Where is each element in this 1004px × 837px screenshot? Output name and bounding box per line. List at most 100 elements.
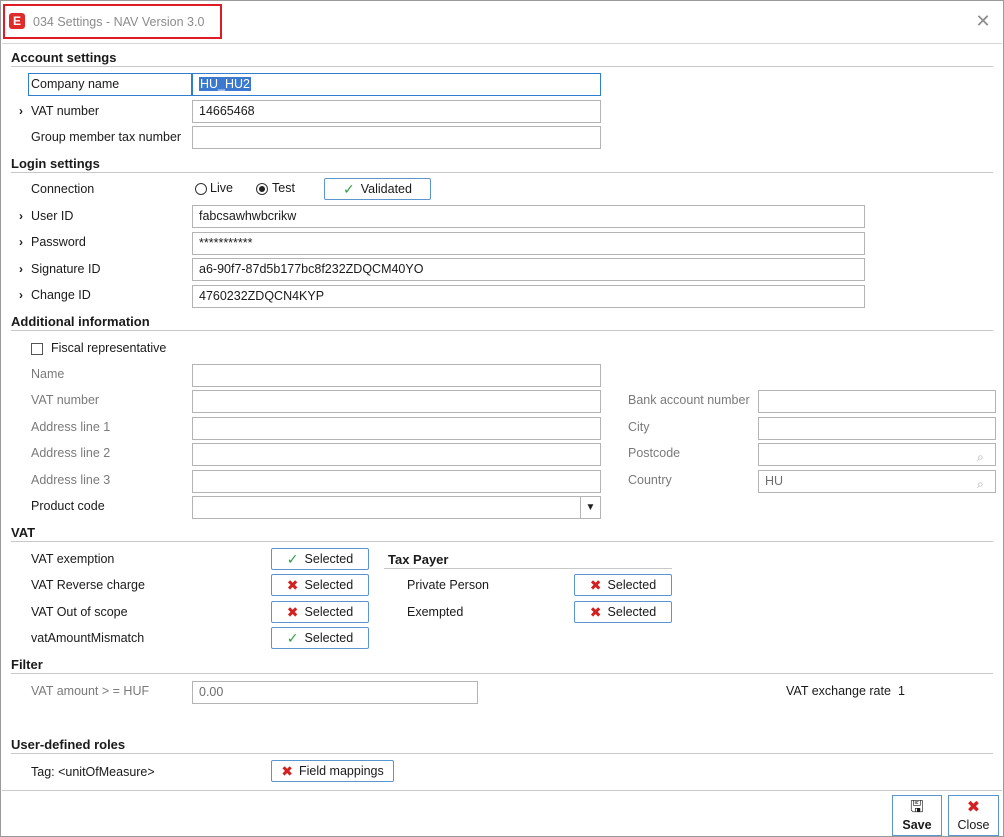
- fr-vat-number-field[interactable]: [192, 390, 601, 413]
- chevron-right-icon: ›: [19, 235, 23, 249]
- vat-out-of-scope-label: VAT Out of scope: [31, 605, 128, 619]
- selected-label: Selected: [304, 631, 354, 645]
- chevron-down-icon[interactable]: ▼: [580, 497, 600, 518]
- vat-exchange-rate-value: 1: [898, 684, 905, 698]
- product-code-label: Product code: [31, 499, 105, 513]
- checkmark-icon: ✓: [286, 629, 299, 646]
- password-label: Password: [31, 235, 86, 249]
- vat-exchange-rate-label: VAT exchange rate: [786, 684, 891, 698]
- postcode-field[interactable]: ⌕: [758, 443, 996, 466]
- field-mappings-button[interactable]: ✖ Field mappings: [271, 760, 394, 782]
- vat-amount-field[interactable]: 0.00: [192, 681, 478, 704]
- city-field[interactable]: [758, 417, 996, 440]
- selected-label: Selected: [607, 605, 657, 619]
- company-name-label: Company name: [31, 77, 120, 91]
- vat-number-field[interactable]: 14665468: [192, 100, 601, 123]
- group-tax-label: Group member tax number: [31, 130, 182, 144]
- name-field[interactable]: [192, 364, 601, 387]
- vat-reverse-charge-button[interactable]: ✖ Selected: [271, 574, 369, 596]
- settings-window: E 034 Settings - NAV Version 3.0 ✕ Accou…: [0, 0, 1004, 837]
- vat-reverse-charge-label: VAT Reverse charge: [31, 578, 145, 592]
- product-code-select[interactable]: ▼: [192, 496, 601, 519]
- vat-amount-mismatch-label: vatAmountMismatch: [31, 631, 145, 645]
- chevron-right-icon: ›: [19, 262, 23, 276]
- company-name-field[interactable]: HU_HU2: [192, 73, 601, 96]
- postcode-label: Postcode: [628, 446, 681, 460]
- checkmark-icon: ✓: [343, 180, 355, 197]
- save-label: Save: [902, 817, 932, 832]
- title-bar: E 034 Settings - NAV Version 3.0 ✕: [2, 2, 1002, 44]
- selected-label: Selected: [304, 578, 354, 592]
- save-icon: 🖫: [910, 798, 924, 816]
- close-icon[interactable]: ✕: [974, 12, 992, 30]
- country-label: Country: [628, 473, 672, 487]
- chevron-right-icon: ›: [19, 209, 23, 223]
- cross-icon: ✖: [589, 576, 602, 593]
- signature-id-label: Signature ID: [31, 262, 101, 276]
- change-id-field[interactable]: 4760232ZDQCN4KYP: [192, 285, 865, 308]
- section-login-settings: Login settings: [11, 156, 100, 171]
- country-value: HU: [765, 474, 784, 488]
- lookup-icon[interactable]: ⌕: [977, 447, 991, 464]
- save-button[interactable]: 🖫 Save: [892, 795, 942, 836]
- bank-account-field[interactable]: [758, 390, 996, 413]
- section-account-settings: Account settings: [11, 50, 117, 65]
- app-logo-icon: E: [9, 13, 25, 29]
- password-field[interactable]: ***********: [192, 232, 865, 255]
- country-field[interactable]: HU ⌕: [758, 470, 996, 493]
- vat-exemption-label: VAT exemption: [31, 552, 115, 566]
- vat-number-label: VAT number: [31, 104, 100, 118]
- signature-id-field[interactable]: a6-90f7-87d5b177bc8f232ZDQCM40YO: [192, 258, 865, 281]
- divider: [384, 568, 672, 569]
- group-tax-field[interactable]: [192, 126, 601, 149]
- private-person-button[interactable]: ✖ Selected: [574, 574, 672, 596]
- address-line-1-label: Address line 1: [31, 420, 111, 434]
- close-label: Close: [957, 817, 990, 832]
- window-title: 034 Settings - NAV Version 3.0: [33, 15, 205, 29]
- bank-account-label: Bank account number: [628, 393, 750, 407]
- chevron-right-icon: ›: [19, 104, 23, 118]
- section-additional-info: Additional information: [11, 314, 150, 329]
- exempted-button[interactable]: ✖ Selected: [574, 601, 672, 623]
- fr-vat-number-label: VAT number: [31, 393, 100, 407]
- vat-out-of-scope-button[interactable]: ✖ Selected: [271, 601, 369, 623]
- tax-payer-header: Tax Payer: [388, 552, 449, 567]
- radio-live[interactable]: [195, 183, 207, 195]
- validated-button[interactable]: ✓ Validated: [324, 178, 431, 200]
- lookup-icon[interactable]: ⌕: [977, 474, 991, 491]
- city-label: City: [628, 420, 650, 434]
- cross-icon: ✖: [286, 603, 299, 620]
- validated-label: Validated: [360, 182, 412, 196]
- selected-label: Selected: [304, 605, 354, 619]
- address-line-1-field[interactable]: [192, 417, 601, 440]
- section-vat: VAT: [11, 525, 36, 540]
- connection-label: Connection: [31, 182, 95, 196]
- name-label: Name: [31, 367, 65, 381]
- fiscal-representative-checkbox[interactable]: [31, 343, 43, 355]
- divider: [11, 541, 993, 542]
- chevron-right-icon: ›: [19, 288, 23, 302]
- selected-label: Selected: [607, 578, 657, 592]
- close-button[interactable]: ✖ Close: [948, 795, 999, 836]
- checkmark-icon: ✓: [286, 550, 299, 567]
- field-mappings-label: Field mappings: [298, 764, 384, 778]
- close-icon: ✖: [966, 798, 981, 816]
- user-id-field[interactable]: fabcsawhwbcrikw: [192, 205, 865, 228]
- divider: [11, 66, 993, 67]
- section-filter: Filter: [11, 657, 43, 672]
- radio-live-label: Live: [210, 181, 233, 195]
- user-id-label: User ID: [31, 209, 74, 223]
- address-line-2-label: Address line 2: [31, 446, 111, 460]
- vat-exemption-button[interactable]: ✓ Selected: [271, 548, 369, 570]
- tag-unit-of-measure-label: Tag: <unitOfMeasure>: [31, 765, 155, 779]
- private-person-label: Private Person: [407, 578, 489, 592]
- cross-icon: ✖: [286, 576, 299, 593]
- vat-amount-mismatch-button[interactable]: ✓ Selected: [271, 627, 369, 649]
- address-line-3-field[interactable]: [192, 470, 601, 493]
- cross-icon: ✖: [589, 603, 602, 620]
- address-line-2-field[interactable]: [192, 443, 601, 466]
- fiscal-representative-label: Fiscal representative: [51, 341, 167, 355]
- selected-label: Selected: [304, 552, 354, 566]
- change-id-label: Change ID: [31, 288, 91, 302]
- radio-test[interactable]: [256, 183, 268, 195]
